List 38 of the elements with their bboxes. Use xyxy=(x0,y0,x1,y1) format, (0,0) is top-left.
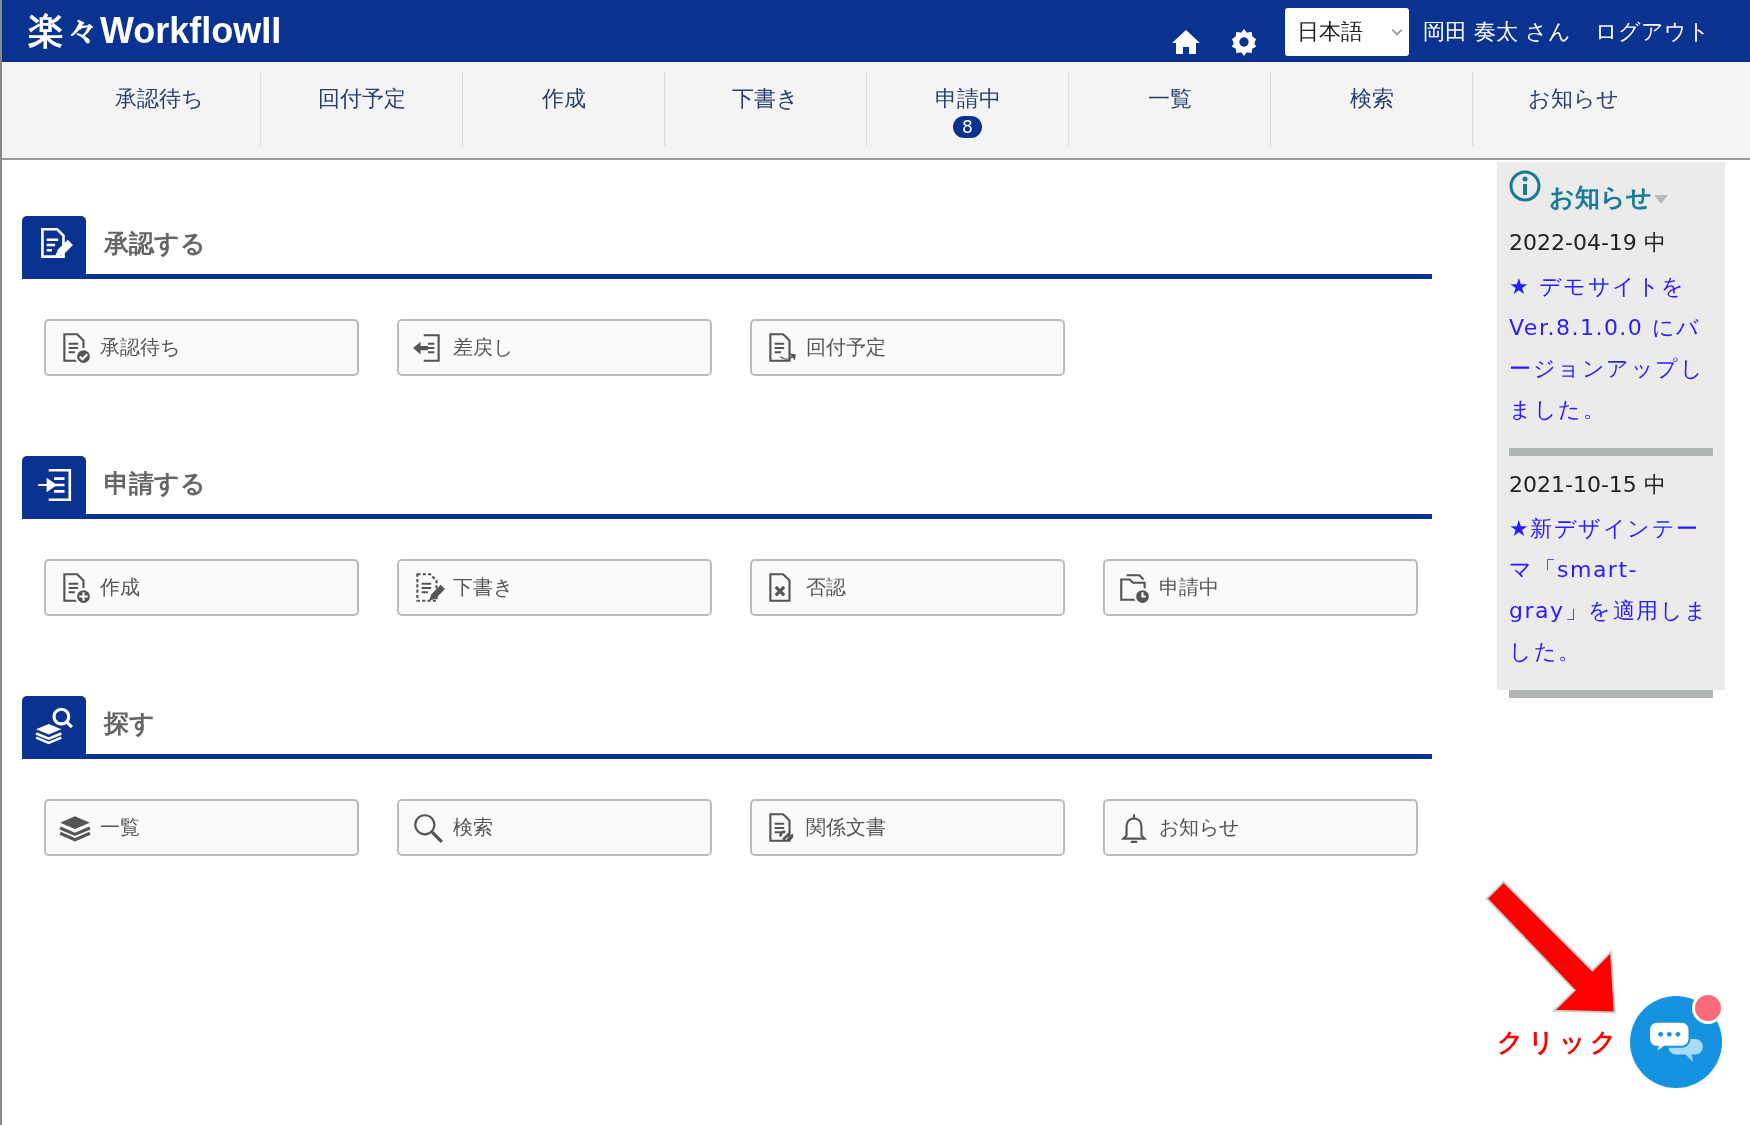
menu-button[interactable]: 回付予定 xyxy=(750,319,1065,376)
search-layers-icon xyxy=(34,705,74,745)
menu-button[interactable]: 承認待ち xyxy=(44,319,359,376)
home-icon[interactable] xyxy=(1171,28,1201,56)
nav-tab[interactable]: お知らせ xyxy=(1473,72,1674,146)
logout-link[interactable]: ログアウト xyxy=(1595,8,1710,56)
section-title: 探す xyxy=(104,708,155,740)
menu-button[interactable]: 作成 xyxy=(44,559,359,616)
annotation-label: クリック xyxy=(1497,1026,1621,1059)
notice-date: 2021-10-15 中 xyxy=(1509,471,1667,499)
settings-icon[interactable] xyxy=(1229,28,1259,56)
section-title: 申請する xyxy=(104,468,206,500)
menu-button[interactable]: お知らせ xyxy=(1103,799,1418,856)
user-name: 岡田 奏太 さん xyxy=(1423,18,1571,46)
menu-button[interactable]: 一覧 xyxy=(44,799,359,856)
menu-button[interactable]: 差戻し xyxy=(397,319,712,376)
caret-icon xyxy=(1391,28,1403,36)
nav-tab[interactable]: 下書き xyxy=(665,72,867,146)
nav-tab[interactable]: 承認待ち xyxy=(59,72,261,146)
menu-button[interactable]: 否認 xyxy=(750,559,1065,616)
section-title: 承認する xyxy=(104,228,206,260)
notice-link[interactable]: ★ デモサイトを Ver.8.1.0.0 にバージョンアップしました。 xyxy=(1509,266,1713,430)
info-icon xyxy=(1509,170,1541,202)
notice-title: お知らせ xyxy=(1549,182,1652,214)
menu-button[interactable]: 関係文書 xyxy=(750,799,1065,856)
notice-link[interactable]: ★新デザインテーマ「smart-gray」を適用しました。 xyxy=(1509,508,1713,672)
menu-button[interactable]: 検索 xyxy=(397,799,712,856)
notice-date: 2022-04-19 中 xyxy=(1509,229,1667,257)
nav-tab[interactable]: 作成 xyxy=(463,72,665,146)
nav-tab[interactable]: 検索 xyxy=(1271,72,1473,146)
nav-tab[interactable]: 回付予定 xyxy=(261,72,463,146)
nav-tab[interactable]: 申請中 8 xyxy=(867,72,1069,146)
nav-tab[interactable]: 一覧 xyxy=(1069,72,1271,146)
language-select[interactable]: 日本語 xyxy=(1285,8,1409,56)
count-badge: 8 xyxy=(953,116,982,138)
menu-button[interactable]: 申請中 xyxy=(1103,559,1418,616)
logo[interactable]: 楽々WorkflowII xyxy=(28,6,282,56)
menu-button[interactable]: 下書き xyxy=(397,559,712,616)
